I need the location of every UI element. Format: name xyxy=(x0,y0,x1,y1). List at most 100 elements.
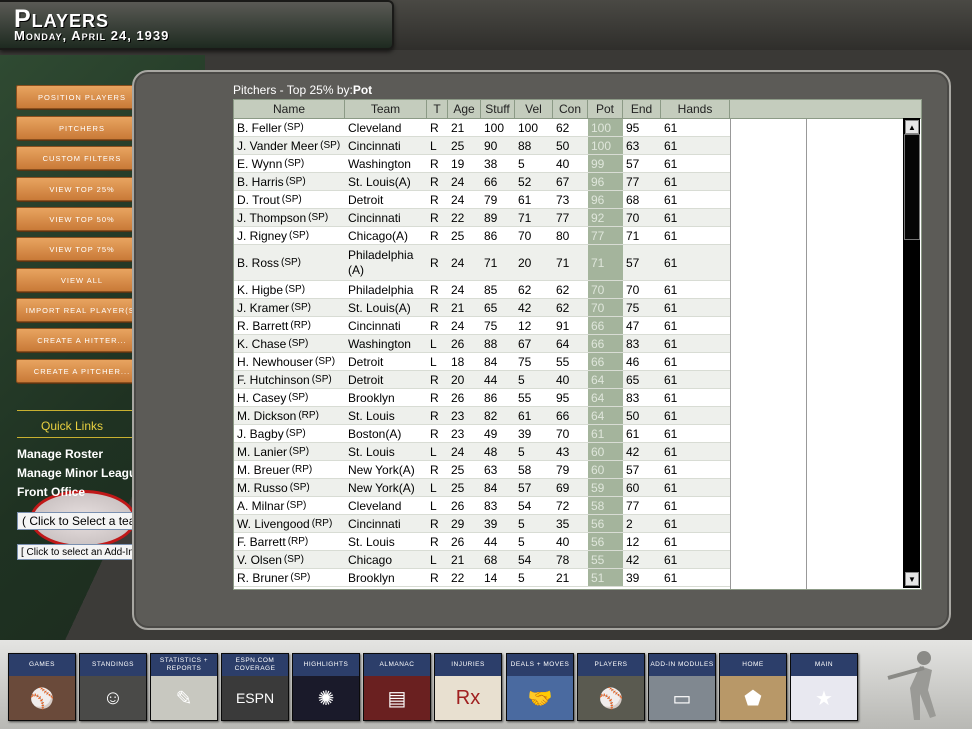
column-header-stuff[interactable]: Stuff xyxy=(481,100,515,118)
cell-con: 62 xyxy=(556,282,570,297)
table-row[interactable]: B. Feller (SP) Cleveland R 21 100 100 62 100 95 61 xyxy=(234,119,730,137)
column-header-con[interactable]: Con xyxy=(553,100,588,118)
cell-end: 83 xyxy=(626,336,640,351)
table-row[interactable]: J. Thompson (SP) Cincinnati R 22 89 71 77 92 70 61 xyxy=(234,209,730,227)
table-row[interactable]: R. Bruner (SP) Brooklyn R 22 14 5 21 51 39 61 xyxy=(234,569,730,587)
import-real-players-button[interactable]: Import Real Player(s) xyxy=(16,298,148,322)
statistics-reports-nav-button[interactable]: Statistics + Reports ✎ xyxy=(150,653,218,721)
almanac-nav-button[interactable]: Almanac ▤ xyxy=(363,653,431,721)
custom-filters-button[interactable]: Custom Filters xyxy=(16,146,148,170)
table-row[interactable]: J. Vander Meer (SP) Cincinnati L 25 90 88 50 100… xyxy=(234,137,730,155)
cell-team: Philadelphia xyxy=(348,282,414,297)
player-name[interactable]: J. Bagby (SP) xyxy=(234,425,345,442)
column-header-hands[interactable]: Hands xyxy=(661,100,730,118)
cell-age: 20 xyxy=(451,372,465,387)
view-top-75-button[interactable]: View Top 75% xyxy=(16,237,148,261)
view-all-button[interactable]: View All xyxy=(16,268,148,292)
scroll-up-icon[interactable]: ▲ xyxy=(905,120,919,134)
table-row[interactable]: B. Harris (SP) St. Louis(A) R 24 66 52 67 96 77 61 xyxy=(234,173,730,191)
table-row[interactable]: J. Rigney (SP) Chicago(A) R 25 86 70 80 77 71 61 xyxy=(234,227,730,245)
nav-label: Highlights xyxy=(293,654,359,676)
table-row[interactable]: H. Newhouser (SP) Detroit L 18 84 75 55 66 46 61 xyxy=(234,353,730,371)
table-scrollbar[interactable]: ▲ ▼ xyxy=(903,118,920,588)
player-name[interactable]: E. Wynn (SP) xyxy=(234,155,345,172)
player-name[interactable]: M. Russo (SP) xyxy=(234,479,345,496)
player-name[interactable]: F. Hutchinson (SP) xyxy=(234,371,345,388)
table-row[interactable]: R. Barrett (RP) Cincinnati R 24 75 12 91 66 47 61 xyxy=(234,317,730,335)
view-top-50-button[interactable]: View Top 50% xyxy=(16,207,148,231)
scroll-down-icon[interactable]: ▼ xyxy=(905,572,919,586)
table-row[interactable]: V. Olsen (SP) Chicago L 21 68 54 78 55 42 61 xyxy=(234,551,730,569)
player-role: (RP) xyxy=(311,518,333,529)
player-name[interactable]: B. Harris (SP) xyxy=(234,173,345,190)
table-row[interactable]: M. Russo (SP) New York(A) L 25 84 57 69 59 60 61 xyxy=(234,479,730,497)
cell-stuff: 90 xyxy=(484,138,498,153)
player-name[interactable]: A. Milnar (SP) xyxy=(234,497,345,514)
games-nav-button[interactable]: Games ⚾ xyxy=(8,653,76,721)
create-pitcher-button[interactable]: Create a Pitcher... xyxy=(16,359,148,383)
player-name[interactable]: M. Breuer (RP) xyxy=(234,461,345,478)
player-name[interactable]: B. Feller (SP) xyxy=(234,119,345,136)
player-name[interactable]: R. Barrett (RP) xyxy=(234,317,345,334)
espn-com-coverage-nav-button[interactable]: ESPN.com Coverage ESPN xyxy=(221,653,289,721)
player-name[interactable]: D. Trout (SP) xyxy=(234,191,345,208)
manage-minor-leagues-link[interactable]: Manage Minor Leagues xyxy=(17,466,150,480)
home-nav-button[interactable]: Home ⬟ xyxy=(719,653,787,721)
manage-roster-link[interactable]: Manage Roster xyxy=(17,447,103,461)
table-row[interactable]: H. Casey (SP) Brooklyn R 26 86 55 95 64 83 61 xyxy=(234,389,730,407)
table-row[interactable]: M. Dickson (RP) St. Louis R 23 82 61 66 64 50 61 xyxy=(234,407,730,425)
add-in-modules-nav-button[interactable]: Add-In Modules ▭ xyxy=(648,653,716,721)
player-name[interactable]: H. Casey (SP) xyxy=(234,389,345,406)
player-name[interactable]: J. Kramer (SP) xyxy=(234,299,345,316)
cell-age: 18 xyxy=(451,354,465,369)
position-players-button[interactable]: Position Players xyxy=(16,85,148,109)
player-name[interactable]: K. Chase (SP) xyxy=(234,335,345,352)
table-row[interactable]: E. Wynn (SP) Washington R 19 38 5 40 99 57 61 xyxy=(234,155,730,173)
deals-moves-nav-button[interactable]: Deals + Moves 🤝 xyxy=(506,653,574,721)
player-name[interactable]: B. Ross (SP) xyxy=(234,245,345,280)
player-name[interactable]: R. Bruner (SP) xyxy=(234,569,345,586)
pitchers-button[interactable]: Pitchers xyxy=(16,116,148,140)
table-row[interactable]: D. Trout (SP) Detroit R 24 79 61 73 96 68 61 xyxy=(234,191,730,209)
create-hitter-button[interactable]: Create a Hitter... xyxy=(16,328,148,352)
player-name[interactable]: F. Barrett (RP) xyxy=(234,533,345,550)
player-name[interactable]: J. Thompson (SP) xyxy=(234,209,345,226)
player-name[interactable]: M. Dickson (RP) xyxy=(234,407,345,424)
player-name[interactable]: K. Higbe (SP) xyxy=(234,281,345,298)
player-name[interactable]: J. Rigney (SP) xyxy=(234,227,345,244)
cell-vel: 42 xyxy=(518,300,532,315)
table-row[interactable]: J. Bagby (SP) Boston(A) R 23 49 39 70 61 61 61 xyxy=(234,425,730,443)
table-row[interactable]: F. Barrett (RP) St. Louis R 26 44 5 40 56 12 61 xyxy=(234,533,730,551)
column-header-pot[interactable]: Pot xyxy=(588,100,623,118)
table-row[interactable]: M. Lanier (SP) St. Louis L 24 48 5 43 60 42 61 xyxy=(234,443,730,461)
column-header-team[interactable]: Team xyxy=(345,100,427,118)
column-header-t[interactable]: T xyxy=(427,100,448,118)
cell-vel: 71 xyxy=(518,210,532,225)
injuries-nav-button[interactable]: Injuries Rx xyxy=(434,653,502,721)
table-row[interactable]: W. Livengood (RP) Cincinnati R 29 39 5 35 56 2 61 xyxy=(234,515,730,533)
player-name[interactable]: J. Vander Meer (SP) xyxy=(234,137,345,154)
front-office-link[interactable]: Front Office xyxy=(17,485,85,499)
cell-team: Chicago xyxy=(348,552,393,567)
table-row[interactable]: A. Milnar (SP) Cleveland L 26 83 54 72 58 77 61 xyxy=(234,497,730,515)
player-name[interactable]: V. Olsen (SP) xyxy=(234,551,345,568)
column-header-name[interactable]: Name xyxy=(234,100,345,118)
column-header-end[interactable]: End xyxy=(623,100,661,118)
table-row[interactable]: K. Higbe (SP) Philadelphia R 24 85 62 62 70 70 61 xyxy=(234,281,730,299)
player-name[interactable]: W. Livengood (RP) xyxy=(234,515,345,532)
table-row[interactable]: J. Kramer (SP) St. Louis(A) R 21 65 42 62 70 75 61 xyxy=(234,299,730,317)
player-name[interactable]: M. Lanier (SP) xyxy=(234,443,345,460)
table-row[interactable]: B. Ross (SP) Philadelphia (A) R 24 71 20 71 71 57… xyxy=(234,245,730,281)
column-header-vel[interactable]: Vel xyxy=(515,100,553,118)
highlights-nav-button[interactable]: Highlights ✺ xyxy=(292,653,360,721)
table-row[interactable]: K. Chase (SP) Washington L 26 88 67 64 66 83 61 xyxy=(234,335,730,353)
column-header-age[interactable]: Age xyxy=(448,100,481,118)
scroll-thumb[interactable] xyxy=(904,134,920,240)
players-nav-button[interactable]: Players ⚾ xyxy=(577,653,645,721)
view-top-25-button[interactable]: View Top 25% xyxy=(16,177,148,201)
standings-nav-button[interactable]: Standings ☺ xyxy=(79,653,147,721)
main-nav-button[interactable]: Main ★ xyxy=(790,653,858,721)
table-row[interactable]: F. Hutchinson (SP) Detroit R 20 44 5 40 64 65 61 xyxy=(234,371,730,389)
table-row[interactable]: M. Breuer (RP) New York(A) R 25 63 58 79 60 57 61 xyxy=(234,461,730,479)
player-name[interactable]: H. Newhouser (SP) xyxy=(234,353,345,370)
